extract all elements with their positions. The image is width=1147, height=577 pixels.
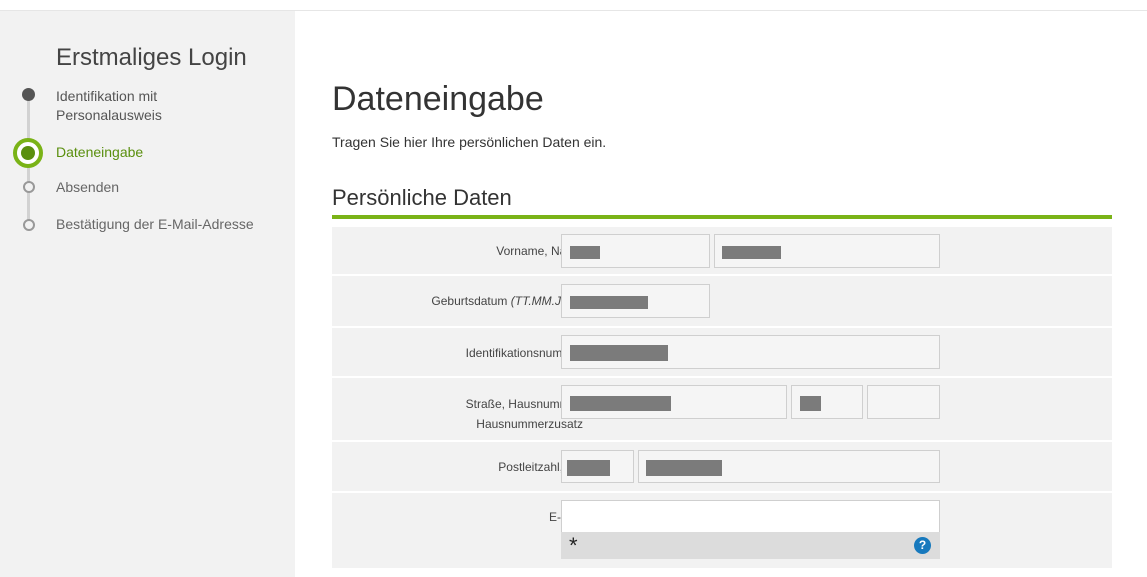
- step-identification-line1: Identifikation mit: [56, 88, 158, 104]
- step-email-confirmation: Bestätigung der E-Mail-Adresse: [56, 216, 254, 232]
- redacted-value: [567, 460, 610, 476]
- postal-code-field[interactable]: [561, 450, 634, 483]
- redacted-value: [646, 460, 722, 476]
- step-dateneingabe: Dateneingabe: [56, 144, 144, 160]
- email-input[interactable]: [561, 500, 940, 533]
- step-open-icon: [23, 181, 35, 193]
- email-help-bar: * ?: [561, 532, 940, 559]
- last-name-field[interactable]: [714, 234, 940, 268]
- redacted-value: [570, 396, 671, 411]
- step-identification-line2: Personalausweis: [56, 107, 162, 123]
- address-label-line2: Hausnummerzusatz: [476, 417, 583, 431]
- street-field[interactable]: [561, 385, 787, 419]
- step-done-icon: [22, 88, 35, 101]
- redacted-value: [570, 246, 600, 259]
- redacted-value: [570, 345, 668, 361]
- section-title: Persönliche Daten: [332, 185, 512, 210]
- redacted-value: [800, 396, 821, 411]
- sidebar-title: Erstmaliges Login: [56, 44, 247, 71]
- city-field[interactable]: [638, 450, 940, 483]
- required-marker: *: [569, 533, 578, 558]
- redacted-value: [722, 246, 781, 259]
- step-identification: Identifikation mit Personalausweis: [56, 87, 162, 125]
- page-title: Dateneingabe: [332, 80, 544, 118]
- section-divider: [332, 215, 1112, 219]
- id-number-field[interactable]: [561, 335, 940, 369]
- birthdate-field[interactable]: [561, 284, 710, 318]
- birthdate-label-text: Geburtsdatum: [431, 294, 508, 308]
- step-open-icon: [23, 219, 35, 231]
- house-number-field[interactable]: [791, 385, 863, 419]
- first-name-field[interactable]: [561, 234, 710, 268]
- step-active-icon: [13, 138, 43, 168]
- redacted-value: [570, 296, 648, 309]
- step-absenden: Absenden: [56, 179, 120, 195]
- help-icon[interactable]: ?: [914, 537, 931, 554]
- house-number-suffix-field[interactable]: [867, 385, 940, 419]
- intro-text: Tragen Sie hier Ihre persönlichen Daten …: [332, 134, 607, 150]
